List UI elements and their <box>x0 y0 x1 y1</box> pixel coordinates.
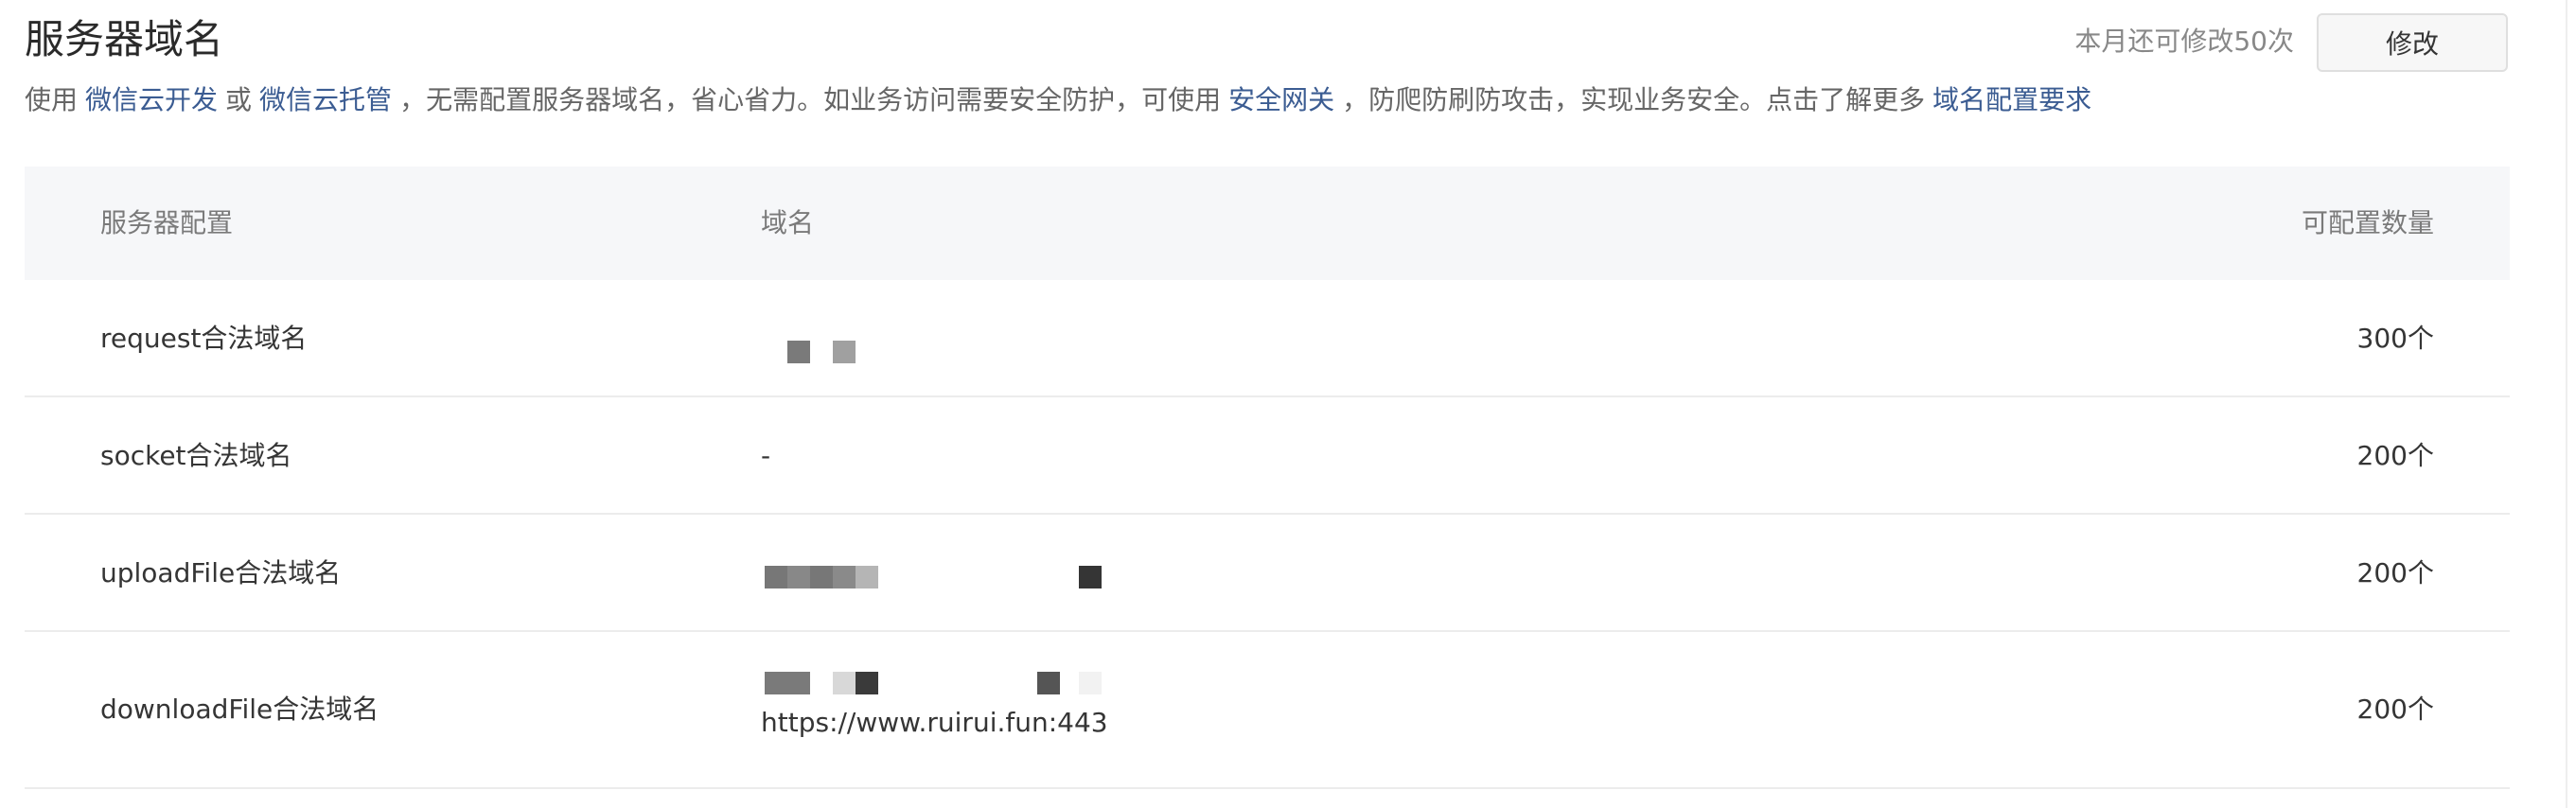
edit-quota-text: 本月还可修改50次 <box>2074 26 2294 57</box>
redacted-block <box>1037 672 1060 694</box>
redacted-block <box>833 341 856 363</box>
redacted-block <box>810 566 833 588</box>
column-header-domain: 域名 <box>761 207 815 238</box>
redacted-block <box>1079 566 1102 588</box>
row-domain: - <box>761 440 771 471</box>
row-name: uploadFile合法域名 <box>100 557 342 588</box>
redacted-block <box>856 672 878 694</box>
desc-text-4: ，防爬防刷防攻击，实现业务安全。点击了解更多 <box>1342 84 1926 115</box>
cloud-dev-link[interactable]: 微信云开发 <box>85 84 218 115</box>
table-header: 服务器配置 域名 可配置数量 <box>25 167 2510 280</box>
table-row-downloadfile: downloadFile合法域名 https://www.ruirui.fun:… <box>25 632 2510 789</box>
page-title: 服务器域名 <box>25 16 224 62</box>
server-domain-table: 服务器配置 域名 可配置数量 request合法域名 300个 socket合法… <box>25 167 2510 789</box>
row-domain-url: https://www.ruirui.fun:443 <box>761 707 1108 738</box>
desc-text-2: 或 <box>225 84 253 115</box>
cloud-hosting-link[interactable]: 微信云托管 <box>259 84 392 115</box>
row-count: 200个 <box>2356 694 2434 725</box>
column-header-count: 可配置数量 <box>2301 207 2434 238</box>
redacted-block <box>765 672 810 694</box>
description: 使用 微信云开发或微信云托管 ，无需配置服务器域名，省心省力。如业务访问需要安全防护… <box>25 79 2091 121</box>
redacted-block <box>787 566 810 588</box>
table-row-socket: socket合法域名 - 200个 <box>25 397 2510 515</box>
redacted-block <box>765 566 787 588</box>
table-row-uploadfile: uploadFile合法域名 200个 <box>25 515 2510 632</box>
row-count: 300个 <box>2356 323 2434 354</box>
row-name: socket合法域名 <box>100 440 292 471</box>
redacted-block <box>1079 672 1102 694</box>
desc-text-1: 使用 <box>25 84 79 115</box>
row-count: 200个 <box>2356 557 2434 588</box>
edit-button[interactable]: 修改 <box>2317 13 2508 72</box>
security-gateway-link[interactable]: 安全网关 <box>1228 84 1334 115</box>
desc-text-3: ，无需配置服务器域名，省心省力。如业务访问需要安全防护，可使用 <box>399 84 1222 115</box>
row-name: request合法域名 <box>100 323 308 354</box>
column-header-config: 服务器配置 <box>100 207 234 238</box>
domain-requirements-link[interactable]: 域名配置要求 <box>1932 84 2091 115</box>
row-count: 200个 <box>2356 440 2434 471</box>
redacted-block <box>833 566 856 588</box>
redacted-block <box>833 672 856 694</box>
table-row-request: request合法域名 300个 <box>25 280 2510 397</box>
redacted-block <box>787 341 810 363</box>
row-name: downloadFile合法域名 <box>100 694 379 725</box>
redacted-block <box>856 566 878 588</box>
right-divider <box>2566 0 2567 808</box>
